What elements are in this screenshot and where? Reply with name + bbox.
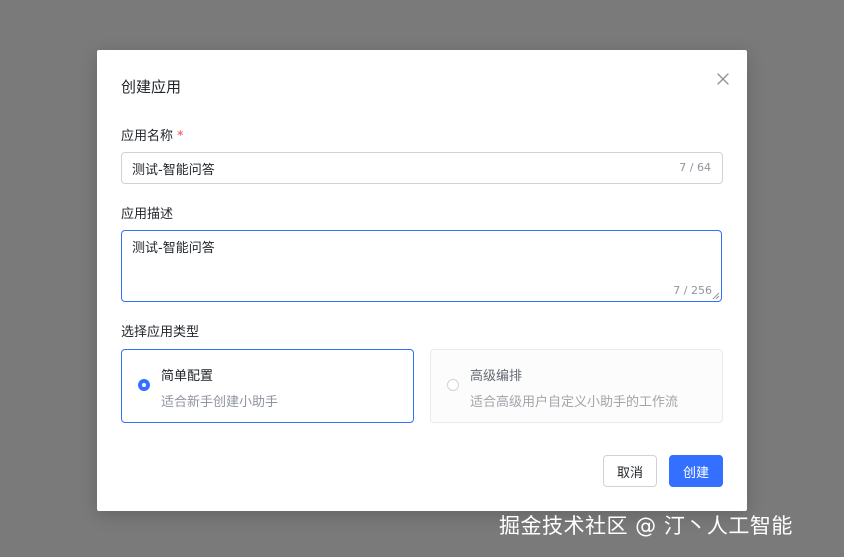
app-name-field[interactable]: 7 / 64 (121, 152, 723, 184)
app-desc-counter: 7 / 256 (673, 284, 712, 297)
app-type-title: 简单配置 (161, 369, 214, 384)
app-name-label-text: 应用名称 (121, 129, 174, 144)
close-icon[interactable] (714, 70, 732, 88)
create-button[interactable]: 创建 (669, 455, 723, 487)
app-type-card-simple[interactable]: 简单配置 适合新手创建小助手 (121, 349, 414, 423)
watermark: 掘金技术社区 @ 汀丶人工智能 (499, 514, 793, 538)
app-type-card-advanced[interactable]: 高级编排 适合高级用户自定义小助手的工作流 (430, 349, 723, 423)
required-mark: * (177, 129, 184, 144)
app-type-label: 选择应用类型 (121, 325, 200, 340)
app-name-input[interactable] (132, 153, 652, 183)
resize-handle-icon[interactable] (712, 292, 720, 300)
create-app-dialog: 创建应用 应用名称* 7 / 64 应用描述 测试-智能问答 7 / 256 选… (97, 50, 747, 511)
app-desc-textarea[interactable]: 测试-智能问答 7 / 256 (121, 230, 722, 302)
app-desc-text: 测试-智能问答 (132, 241, 215, 256)
app-name-counter: 7 / 64 (679, 161, 711, 174)
app-type-title: 高级编排 (470, 369, 523, 384)
cancel-button[interactable]: 取消 (603, 455, 657, 487)
app-desc-label: 应用描述 (121, 207, 174, 222)
radio-unselected-icon[interactable] (447, 379, 459, 391)
app-type-description: 适合新手创建小助手 (161, 395, 279, 410)
app-type-description: 适合高级用户自定义小助手的工作流 (470, 395, 679, 410)
radio-selected-icon[interactable] (138, 379, 150, 391)
app-name-label: 应用名称 * (121, 125, 184, 144)
dialog-title: 创建应用 (121, 78, 182, 96)
